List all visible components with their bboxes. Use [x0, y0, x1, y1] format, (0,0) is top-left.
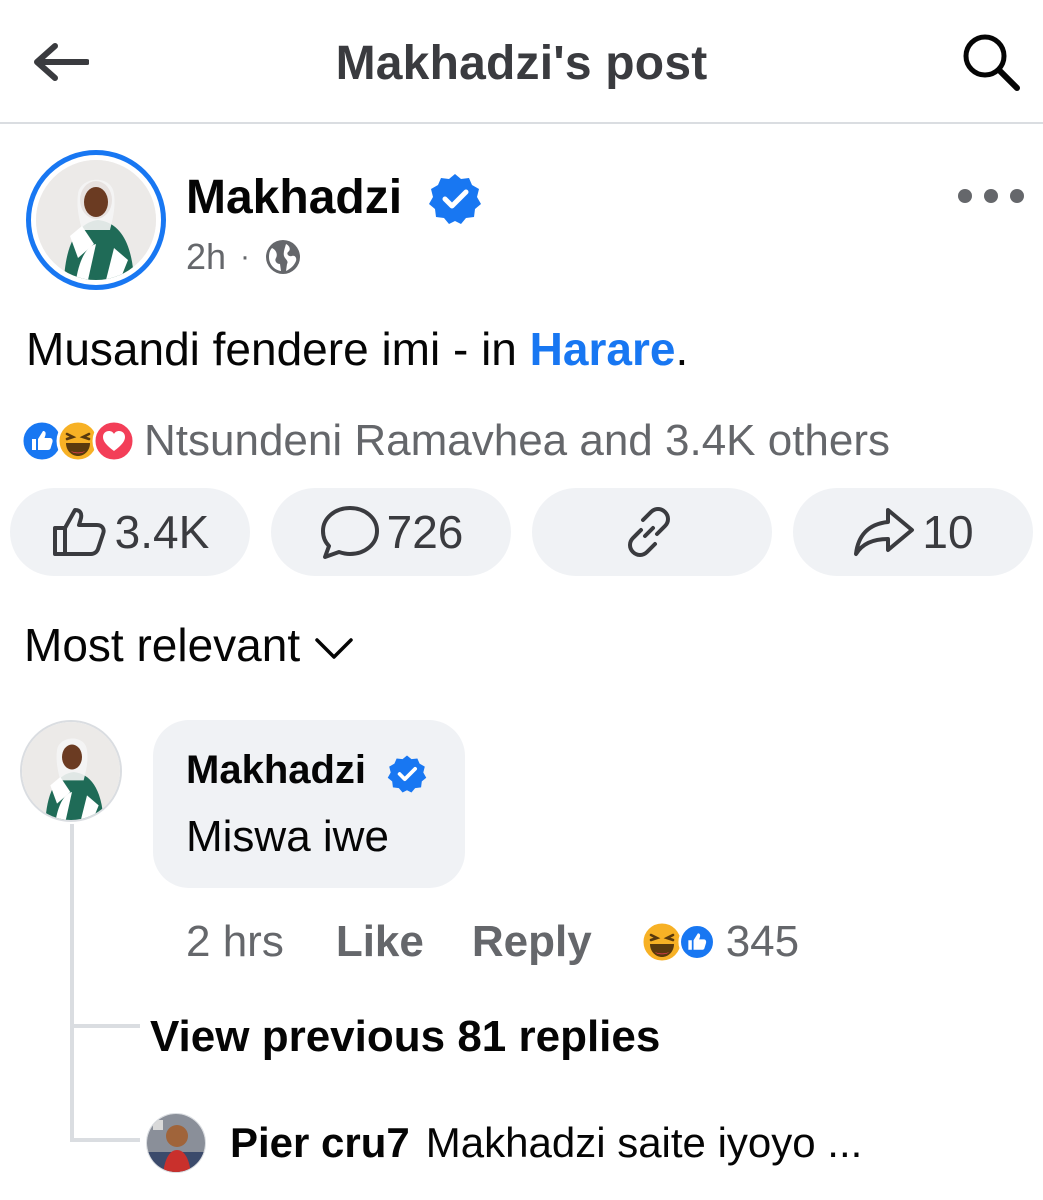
- thread-branch: [70, 1138, 140, 1142]
- reply-avatar[interactable]: [146, 1113, 206, 1173]
- globe-icon: [266, 240, 301, 274]
- search-icon: [963, 34, 1020, 91]
- post-author-name[interactable]: Makhadzi: [186, 170, 402, 225]
- more-options-button[interactable]: [958, 176, 1024, 216]
- comment-sort-dropdown[interactable]: Most relevant: [24, 618, 354, 672]
- comment-time[interactable]: 2 hrs: [186, 917, 284, 967]
- top-bar: Makhadzi's post: [0, 0, 1043, 124]
- comment-bubble-icon: [320, 506, 379, 559]
- copy-link-button[interactable]: [532, 488, 772, 576]
- thumbs-up-icon: [52, 508, 106, 556]
- page-title: Makhadzi's post: [335, 37, 708, 90]
- share-button[interactable]: 10: [793, 488, 1033, 576]
- reply-preview[interactable]: Pier cru7 Makhadzi saite iyoyo ...: [146, 1112, 1036, 1174]
- meta-separator: ·: [240, 240, 251, 273]
- comment-bubble[interactable]: Makhadzi Miswa iwe: [153, 720, 465, 888]
- comment-actions: 2 hrs Like Reply 345: [186, 912, 799, 972]
- verified-badge-icon: [429, 174, 481, 224]
- share-count: 10: [922, 506, 974, 558]
- reply-text: Makhadzi saite iyoyo ...: [425, 1119, 863, 1166]
- sort-label: Most relevant: [24, 619, 301, 671]
- location-link[interactable]: Harare: [530, 323, 676, 375]
- post-text: Musandi fendere imi - in Harare.: [26, 322, 688, 376]
- reactions-text: Ntsundeni Ramavhea and 3.4K others: [144, 416, 891, 465]
- chevron-down-icon: [315, 638, 353, 659]
- link-icon: [628, 507, 670, 557]
- comment-button[interactable]: 726: [271, 488, 511, 576]
- comment-author-name[interactable]: Makhadzi: [186, 748, 366, 793]
- view-previous-replies-link[interactable]: View previous 81 replies: [150, 1012, 660, 1062]
- like-button[interactable]: 3.4K: [10, 488, 250, 576]
- reaction-icons: [20, 419, 136, 463]
- share-arrow-icon: [854, 508, 915, 556]
- author-avatar[interactable]: [26, 150, 166, 290]
- like-reaction-icon: [678, 923, 716, 961]
- verified-badge-icon: [387, 755, 427, 793]
- thread-line: [70, 824, 74, 1142]
- thread-branch: [70, 1024, 140, 1028]
- reactions-summary[interactable]: Ntsundeni Ramavhea and 3.4K others: [20, 414, 890, 468]
- comment-like-button[interactable]: Like: [336, 917, 424, 967]
- dot-icon: [1010, 189, 1024, 203]
- post-time[interactable]: 2h: [186, 236, 226, 278]
- comment-text: Miswa iwe: [186, 812, 389, 861]
- comment-count: 726: [386, 506, 464, 558]
- love-reaction-icon: [92, 419, 136, 463]
- comment-avatar[interactable]: [20, 720, 122, 822]
- dot-icon: [958, 189, 972, 203]
- comment-reaction-icons[interactable]: [640, 920, 716, 964]
- post-body: Musandi fendere imi - in: [26, 323, 530, 375]
- reply-author-name[interactable]: Pier cru7: [230, 1119, 410, 1167]
- post-text-end: .: [675, 323, 689, 375]
- like-count: 3.4K: [114, 506, 210, 558]
- comment-reply-button[interactable]: Reply: [472, 917, 592, 967]
- comment-reaction-count: 345: [725, 917, 800, 966]
- dot-icon: [984, 189, 998, 203]
- post-meta: 2h ·: [186, 236, 302, 278]
- avatar-photo: [36, 160, 156, 280]
- search-button[interactable]: [956, 30, 1026, 94]
